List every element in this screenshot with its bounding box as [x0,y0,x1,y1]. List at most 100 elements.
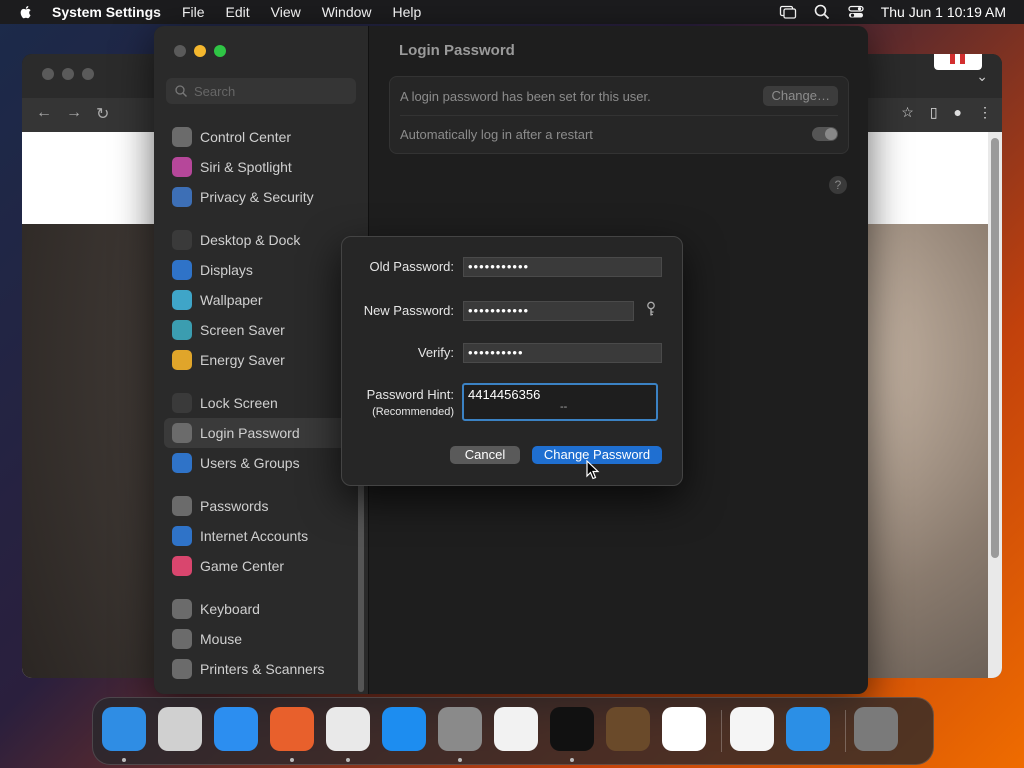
sidebar-item-label: Siri & Spotlight [200,159,292,175]
auto-login-toggle[interactable] [812,127,838,141]
sidebar-item-screen-saver[interactable]: Screen Saver [164,315,358,345]
sidebar-item-control-center[interactable]: Control Center [164,122,358,152]
sidebar-item-energy-saver[interactable]: Energy Saver [164,345,358,375]
password-status-row: A login password has been set for this u… [400,77,838,116]
dock-firefox-icon[interactable] [270,707,314,751]
dock-running-indicator [122,758,126,762]
change-password-button[interactable]: Change… [763,86,838,106]
sidebar-item-label: Wallpaper [200,292,263,308]
game-center-icon [172,556,192,576]
auto-login-label: Automatically log in after a restart [400,126,593,142]
dock-running-indicator [570,758,574,762]
bulb-icon [172,350,192,370]
sidebar-item-printers-scanners[interactable]: Printers & Scanners [164,654,358,684]
bookmark-star-icon[interactable]: ☆ [901,104,914,121]
sidebar-scrollbar[interactable] [358,482,364,692]
menubar-clock[interactable]: Thu Jun 1 10:19 AM [881,4,1006,20]
wallpaper-icon [172,290,192,310]
zoom-button[interactable] [214,45,226,57]
key-icon [172,496,192,516]
sidebar-item-wallpaper[interactable]: Wallpaper [164,285,358,315]
sidebar-search[interactable]: Search [166,78,356,104]
dock-terminal-icon[interactable] [550,707,594,751]
password-hint-value: 4414456356 [468,387,541,402]
side-panel-icon[interactable]: ▯ [930,104,938,121]
dock-app-store-icon[interactable] [382,707,426,751]
menu-view[interactable]: View [271,4,301,20]
reload-icon[interactable]: ↻ [96,104,109,124]
back-icon[interactable]: ← [36,104,52,124]
sidebar-item-lock-screen[interactable]: Lock Screen [164,388,358,418]
verify-password-field[interactable]: •••••••••• [463,343,662,363]
minimize-button[interactable] [194,45,206,57]
app-menu[interactable]: System Settings [52,4,161,20]
sidebar-item-label: Lock Screen [200,395,278,411]
sidebar-item-mouse[interactable]: Mouse [164,624,358,654]
sidebar-item-label: Passwords [200,498,269,514]
nav-group-gap [164,478,358,491]
password-hint-field[interactable]: 4414456356 -- [462,383,658,421]
sidebar-item-label: Game Center [200,558,285,574]
browser-scroll-thumb[interactable] [991,138,999,558]
menu-window[interactable]: Window [322,4,372,20]
sidebar-item-internet-accounts[interactable]: Internet Accounts [164,521,358,551]
dock-visual-studio-icon[interactable] [730,707,774,751]
menu-help[interactable]: Help [393,4,422,20]
old-password-field[interactable]: ••••••••••• [463,257,662,277]
cancel-button[interactable]: Cancel [450,446,520,464]
dock-chrome-icon[interactable] [326,707,370,751]
change-password-dialog: Old Password: ••••••••••• New Password: … [341,236,683,486]
dock-separator [721,710,722,752]
verify-label: Verify: [417,345,454,360]
dock-garageband-icon[interactable] [606,707,650,751]
menu-edit[interactable]: Edit [226,4,250,20]
search-icon [175,85,187,97]
close-button[interactable] [174,45,186,57]
apple-menu-icon[interactable] [18,4,34,20]
sidebar-item-label: Privacy & Security [200,189,314,205]
dock-system-settings-icon[interactable] [438,707,482,751]
menu-file[interactable]: File [182,4,205,20]
tab-search-chevron-icon[interactable]: ⌄ [976,68,988,85]
screen-mirroring-icon[interactable] [779,3,797,21]
sidebar-item-siri-spotlight[interactable]: Siri & Spotlight [164,152,358,182]
help-button[interactable]: ? [829,176,847,194]
dock-vscode-icon[interactable] [662,707,706,751]
dock-launchpad-icon[interactable] [158,707,202,751]
password-assistant-key-icon[interactable] [644,301,658,317]
dock-safari-icon[interactable] [214,707,258,751]
sidebar-item-game-center[interactable]: Game Center [164,551,358,581]
forward-icon[interactable]: → [66,104,82,124]
sidebar-item-desktop-dock[interactable]: Desktop & Dock [164,225,358,255]
sidebar-item-label: Displays [200,262,253,278]
more-icon[interactable]: ⋮ [978,104,992,121]
youtube-logo-icon[interactable] [934,54,982,70]
sidebar-item-privacy-security[interactable]: Privacy & Security [164,182,358,212]
sidebar-item-displays[interactable]: Displays [164,255,358,285]
settings-nav-list: Control Center Siri & Spotlight Privacy & … [164,122,358,684]
screen-saver-icon [172,320,192,340]
browser-traffic-lights [42,68,94,80]
keyboard-icon [172,599,192,619]
new-password-field[interactable]: ••••••••••• [463,301,634,321]
dock-finder-icon[interactable] [102,707,146,751]
browser-scrollbar[interactable] [988,132,1002,678]
dock-textedit-icon[interactable] [494,707,538,751]
sidebar-item-keyboard[interactable]: Keyboard [164,594,358,624]
control-center-icon[interactable] [847,3,865,21]
dock-keynote-icon[interactable] [786,707,830,751]
sun-icon [172,260,192,280]
sidebar-item-passwords[interactable]: Passwords [164,491,358,521]
sidebar-item-label: Control Center [200,129,292,145]
search-placeholder: Search [194,83,236,99]
sidebar-item-login-password[interactable]: Login Password [164,418,358,448]
dock-trash-icon[interactable] [854,707,898,751]
nav-group-gap [164,581,358,594]
mouse-pointer-icon [586,460,600,480]
profile-icon[interactable]: ● [954,104,962,121]
sidebar-item-users-groups[interactable]: Users & Groups [164,448,358,478]
search-icon[interactable] [813,3,831,21]
sidebar-item-label: Users & Groups [200,455,300,471]
sidebar-item-label: Login Password [200,425,300,441]
users-icon [172,453,192,473]
